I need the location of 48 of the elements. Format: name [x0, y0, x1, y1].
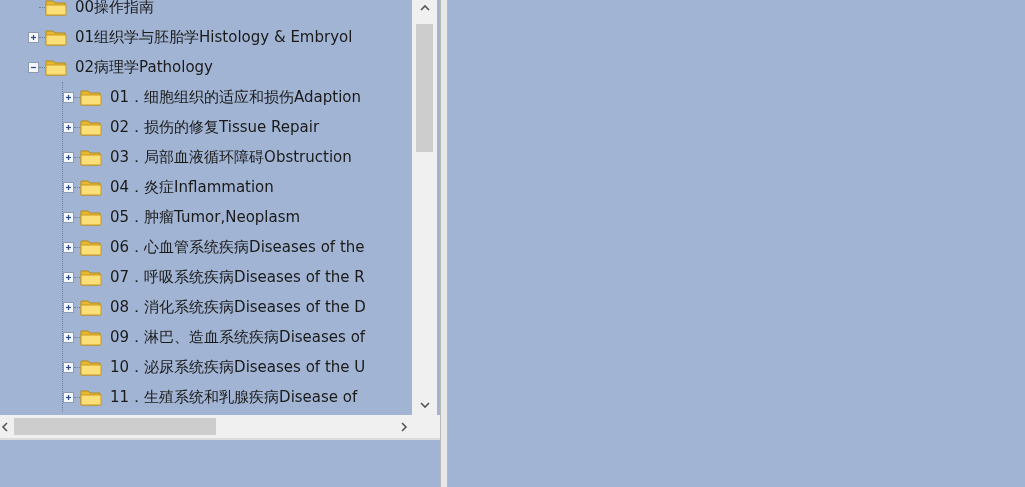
folder-icon	[80, 178, 102, 196]
folder-icon	[80, 208, 102, 226]
folder-label[interactable]: 08．消化系统疾病Diseases of the D	[110, 295, 366, 319]
folder-icon	[80, 148, 102, 166]
expand-icon[interactable]	[28, 31, 39, 43]
folder-label[interactable]: 00操作指南	[75, 0, 155, 19]
expand-icon[interactable]	[63, 331, 74, 343]
folder-label[interactable]: 05．肿瘤Tumor,Neoplasm	[110, 205, 301, 229]
expand-icon[interactable]	[63, 151, 74, 163]
expand-icon[interactable]	[63, 361, 74, 373]
expand-icon[interactable]	[63, 301, 74, 313]
folder-label[interactable]: 04．炎症Inflammation	[110, 175, 274, 199]
folder-icon	[45, 58, 67, 76]
expand-icon[interactable]	[63, 181, 74, 193]
folder-label[interactable]: 01组织学与胚胎学Histology & Embryol	[75, 25, 353, 49]
expand-icon[interactable]	[63, 391, 74, 403]
folder-label[interactable]: 10．泌尿系统疾病Diseases of the U	[110, 355, 366, 379]
folder-label[interactable]: 01．细胞组织的适应和损伤Adaption	[110, 85, 362, 109]
folder-icon	[80, 328, 102, 346]
expand-icon[interactable]	[63, 121, 74, 133]
folder-label[interactable]: 11．生殖系统和乳腺疾病Disease of	[110, 385, 358, 409]
vertical-scrollbar[interactable]	[412, 0, 437, 415]
collapse-icon[interactable]	[28, 61, 39, 73]
folder-icon	[80, 238, 102, 256]
scroll-left-icon[interactable]	[0, 420, 10, 433]
folder-icon	[80, 268, 102, 286]
expand-icon[interactable]	[63, 211, 74, 223]
scroll-down-icon[interactable]	[418, 399, 431, 411]
expand-icon[interactable]	[63, 91, 74, 103]
folder-icon	[80, 358, 102, 376]
folder-label[interactable]: 02．损伤的修复Tissue Repair	[110, 115, 320, 139]
folder-icon	[45, 28, 67, 46]
folder-label[interactable]: 02病理学Pathology	[75, 55, 213, 79]
scrollbar-thumb[interactable]	[416, 24, 433, 152]
expand-icon[interactable]	[63, 241, 74, 253]
folder-icon	[80, 88, 102, 106]
folder-label[interactable]: 06．心血管系统疾病Diseases of the	[110, 235, 365, 259]
scroll-right-icon[interactable]	[398, 420, 410, 433]
folder-label[interactable]: 03．局部血液循环障碍Obstruction	[110, 145, 352, 169]
folder-icon	[45, 0, 67, 16]
expand-icon[interactable]	[63, 271, 74, 283]
folder-icon	[80, 298, 102, 316]
horizontal-scrollbar[interactable]	[0, 415, 440, 440]
scrollbar-thumb[interactable]	[14, 418, 216, 435]
folder-icon	[80, 118, 102, 136]
folder-label[interactable]: 09．淋巴、造血系统疾病Diseases of	[110, 325, 366, 349]
folder-icon	[80, 388, 102, 406]
folder-label[interactable]: 07．呼吸系统疾病Diseases of the R	[110, 265, 365, 289]
